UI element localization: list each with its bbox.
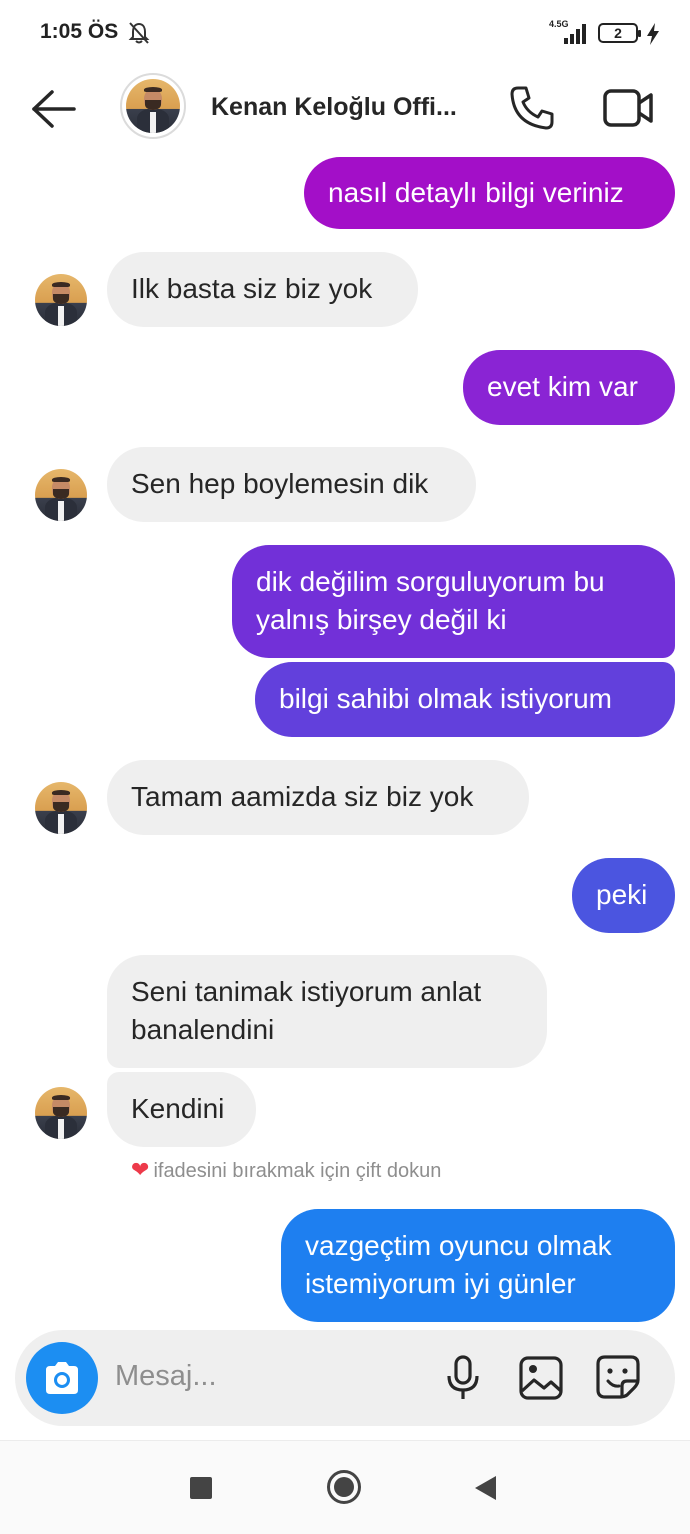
message-input[interactable]: Mesaj... [115,1360,217,1393]
camera-icon [46,1362,78,1394]
message-incoming[interactable]: Kendini [107,1072,256,1147]
message-outgoing[interactable]: nasıl detaylı bilgi veriniz [304,157,675,229]
signal-icon [564,24,586,44]
message-text: evet kim var [487,371,638,402]
message-text-line: dik değilim sorguluyorum bu [256,566,605,597]
message-text-line: banalendini [131,1014,275,1045]
battery-level: 2 [614,25,622,41]
message-text: Tamam aamizda siz biz yok [131,781,474,812]
charging-icon [647,23,659,45]
status-bar: 1:05 ÖS 4.5G 2 [0,0,690,66]
camera-button[interactable] [26,1342,98,1414]
video-camera-icon[interactable] [602,86,654,130]
message-text: Kendini [131,1093,225,1124]
message-text: peki [596,879,648,910]
status-time: 1:05 ÖS [40,20,119,43]
back-arrow-icon[interactable] [30,88,78,130]
sender-avatar[interactable] [35,782,87,834]
bell-off-icon [128,22,150,44]
message-text: Sen hep boylemesin dik [131,468,429,499]
sender-avatar[interactable] [35,469,87,521]
message-outgoing[interactable]: evet kim var [463,350,675,425]
chat-header: Kenan Keloğlu Offi... [0,66,690,154]
avatar-photo [126,79,180,133]
message-incoming[interactable]: Ilk basta siz biz yok [107,252,418,327]
gallery-icon[interactable] [518,1355,564,1401]
heart-icon: ❤ [131,1157,150,1182]
message-text: Ilk basta siz biz yok [131,273,373,304]
system-navigation-bar [0,1440,690,1534]
message-incoming[interactable]: Tamam aamizda siz biz yok [107,760,529,835]
message-text: bilgi sahibi olmak istiyorum [279,683,613,714]
contact-name[interactable]: Kenan Keloğlu Offi... [211,93,461,122]
reaction-hint: ❤ ifadesini bırakmak için çift dokun [131,1157,441,1183]
recents-square-icon[interactable] [190,1477,212,1499]
sticker-icon[interactable] [595,1354,641,1400]
message-text-line: istemiyorum iyi günler [305,1268,576,1299]
message-text-line: Seni tanimak istiyorum anlat [131,976,482,1007]
message-text-line: vazgeçtim oyuncu olmak [305,1230,612,1261]
message-composer: Mesaj... [15,1330,675,1426]
back-triangle-icon[interactable] [472,1474,498,1502]
home-circle-icon[interactable] [326,1469,362,1505]
phone-icon[interactable] [508,84,556,132]
message-outgoing[interactable]: vazgeçtim oyuncu olmak istemiyorum iyi g… [281,1209,675,1322]
message-outgoing[interactable]: dik değilim sorguluyorum bu yalnış birşe… [232,545,675,658]
reaction-hint-text: ifadesini bırakmak için çift dokun [153,1160,442,1182]
contact-avatar[interactable] [120,73,186,139]
message-outgoing[interactable]: peki [572,858,675,933]
battery-icon: 2 [598,23,641,43]
message-outgoing[interactable]: bilgi sahibi olmak istiyorum [255,662,675,737]
message-incoming[interactable]: Sen hep boylemesin dik [107,447,476,522]
message-text: nasıl detaylı bilgi veriniz [328,177,624,208]
message-incoming[interactable]: Seni tanimak istiyorum anlat banalendini [107,955,547,1068]
sender-avatar[interactable] [35,1087,87,1139]
sender-avatar[interactable] [35,274,87,326]
microphone-icon[interactable] [445,1354,481,1402]
message-text-line: yalnış birşey değil ki [256,604,507,635]
